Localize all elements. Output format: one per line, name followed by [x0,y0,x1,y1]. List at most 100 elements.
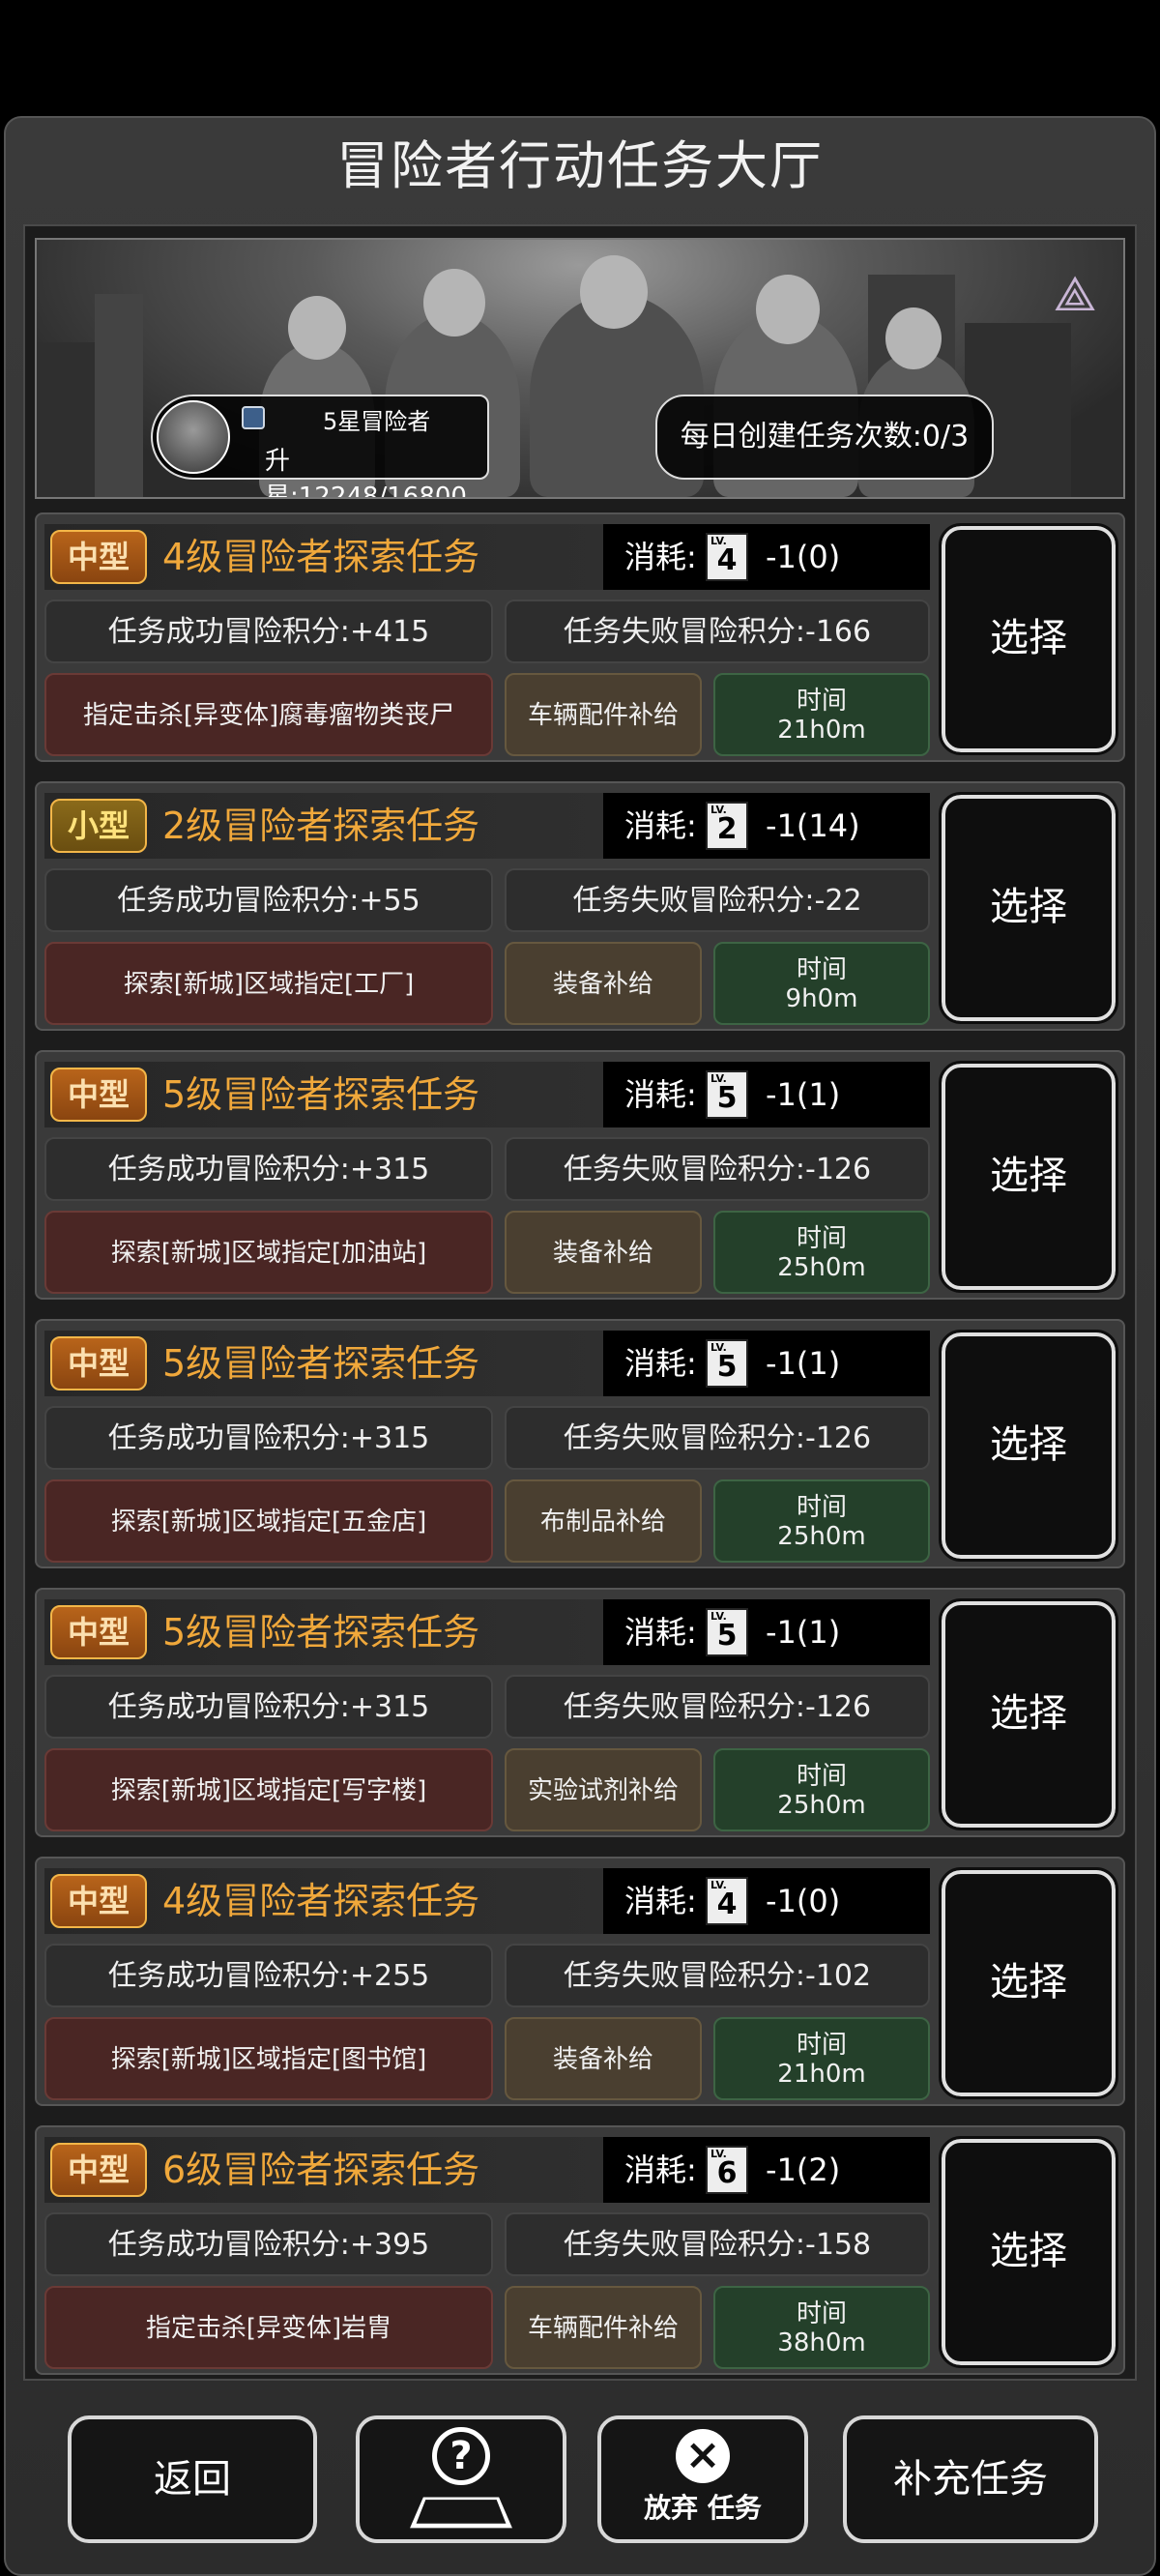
task-cost: 消耗: LV. 6 -1(2) [603,2137,930,2203]
faction-emblem-icon: ⟁ [1053,266,1097,322]
task-size-badge: 小型 [50,799,147,853]
character-head [288,296,346,360]
time-label: 时间 [796,1493,847,1522]
task-cost: 消耗: LV. 5 -1(1) [603,1062,930,1127]
task-size-badge: 中型 [50,1336,147,1390]
task-time: 时间 21h0m [713,2017,930,2100]
select-button[interactable]: 选择 [939,1330,1118,1562]
xp-progress: 升星:12248/16800 [265,447,467,499]
time-value: 25h0m [777,1522,866,1551]
success-score: 任务成功冒险积分:+315 [44,1137,493,1201]
refill-task-label: 补充任务 [893,2457,1048,2502]
task-header: 中型 6级冒险者探索任务 [44,2137,603,2203]
abandon-task-button[interactable]: × 放弃 任务 [597,2415,808,2543]
task-objective: 探索[新城]区域指定[加油站] [44,1211,493,1294]
task-cost: 消耗: LV. 5 -1(1) [603,1331,930,1396]
fail-score: 任务失败冒险积分:-166 [505,600,930,663]
back-button-label: 返回 [154,2457,231,2502]
level-ticket-value: 5 [716,1081,738,1115]
level-ticket-icon: LV. 2 [706,802,748,850]
cost-label: 消耗: [624,1614,697,1651]
task-objective: 指定击杀[异变体]腐毒瘤物类丧尸 [44,673,493,756]
task-card: 中型 6级冒险者探索任务 消耗: LV. 6 -1(2) 任务成功冒险积分:+39… [35,2125,1125,2375]
level-ticket-value: 6 [716,2156,738,2190]
task-card: 中型 5级冒险者探索任务 消耗: LV. 5 -1(1) 任务成功冒险积分:+31… [35,1588,1125,1837]
success-score: 任务成功冒险积分:+255 [44,1944,493,2007]
time-label: 时间 [796,1224,847,1253]
task-reward-supply: 车辆配件补给 [505,2286,702,2369]
level-ticket-value: 4 [716,1888,738,1921]
success-score: 任务成功冒险积分:+315 [44,1675,493,1739]
task-objective: 指定击杀[异变体]岩胄 [44,2286,493,2369]
select-button[interactable]: 选择 [939,1061,1118,1293]
level-ticket-icon: LV. 4 [706,533,748,581]
cost-value: -1(2) [766,2152,841,2188]
player-info: 5星冒险者 升星:12248/16800 [151,395,489,497]
fail-score: 任务失败冒险积分:-126 [505,1137,930,1201]
time-value: 38h0m [777,2328,866,2357]
cost-value: -1(0) [766,1883,841,1919]
cost-label: 消耗: [624,1345,697,1382]
banner: ⟁ 5星冒险者 升星:12248/16800 每日创建任务次数:0/3 [35,238,1125,499]
task-reward-supply: 装备补给 [505,2017,702,2100]
cost-value: -1(0) [766,539,841,575]
level-ticket-value: 2 [716,812,738,846]
task-reward-supply: 实验试剂补给 [505,1748,702,1831]
back-button[interactable]: 返回 [68,2415,317,2543]
question-icon: ? [432,2427,490,2485]
level-ticket-icon: LV. 5 [706,1070,748,1119]
task-cost: 消耗: LV. 2 -1(14) [603,793,930,859]
task-title: 4级冒险者探索任务 [162,1880,480,1922]
task-title: 4级冒险者探索任务 [162,536,480,578]
task-objective: 探索[新城]区域指定[图书馆] [44,2017,493,2100]
level-ticket-icon: LV. 6 [706,2146,748,2194]
cost-value: -1(1) [766,1345,841,1382]
task-cost: 消耗: LV. 4 -1(0) [603,1868,930,1934]
task-objective: 探索[新城]区域指定[写字楼] [44,1748,493,1831]
level-ticket-value: 5 [716,1350,738,1384]
task-size-badge: 中型 [50,1874,147,1928]
task-cost: 消耗: LV. 5 -1(1) [603,1599,930,1665]
refill-task-button[interactable]: 补充任务 [843,2415,1098,2543]
task-cost: 消耗: LV. 4 -1(0) [603,524,930,590]
select-button[interactable]: 选择 [939,2136,1118,2368]
task-title: 2级冒险者探索任务 [162,805,480,847]
select-button[interactable]: 选择 [939,523,1118,755]
task-size-badge: 中型 [50,1605,147,1659]
time-value: 9h0m [785,984,858,1013]
avatar [157,400,230,474]
select-button[interactable]: 选择 [939,1867,1118,2099]
task-header: 中型 5级冒险者探索任务 [44,1331,603,1396]
fail-score: 任务失败冒险积分:-22 [505,868,930,932]
rank-label: 5星冒险者 [323,408,431,435]
task-list[interactable]: ⟁ 5星冒险者 升星:12248/16800 每日创建任务次数:0/3 中型 4… [23,224,1137,2381]
character-head [580,255,648,329]
success-score: 任务成功冒险积分:+315 [44,1406,493,1470]
background-building [95,294,143,497]
fail-score: 任务失败冒险积分:-102 [505,1944,930,2007]
task-time: 时间 9h0m [713,942,930,1025]
select-button[interactable]: 选择 [939,1598,1118,1830]
task-reward-supply: 装备补给 [505,1211,702,1294]
cost-label: 消耗: [624,2152,697,2188]
task-card: 小型 2级冒险者探索任务 消耗: LV. 2 -1(14) 任务成功冒险积分:+5… [35,781,1125,1031]
task-objective: 探索[新城]区域指定[五金店] [44,1479,493,1563]
cost-label: 消耗: [624,807,697,844]
success-score: 任务成功冒险积分:+395 [44,2212,493,2276]
level-ticket-value: 5 [716,1619,738,1653]
task-header: 中型 4级冒险者探索任务 [44,1868,603,1934]
rank-gem-icon [242,406,265,429]
character-head [885,307,942,369]
time-value: 21h0m [777,2060,866,2089]
map-icon [410,2497,512,2529]
select-button[interactable]: 选择 [939,792,1118,1024]
help-button[interactable]: ? [356,2415,566,2543]
task-card: 中型 4级冒险者探索任务 消耗: LV. 4 -1(0) 任务成功冒险积分:+41… [35,512,1125,762]
task-reward-supply: 装备补给 [505,942,702,1025]
level-ticket-value: 4 [716,543,738,577]
task-size-badge: 中型 [50,530,147,584]
task-reward-supply: 布制品补给 [505,1479,702,1563]
task-time: 时间 25h0m [713,1479,930,1563]
fail-score: 任务失败冒险积分:-126 [505,1675,930,1739]
cost-label: 消耗: [624,539,697,575]
